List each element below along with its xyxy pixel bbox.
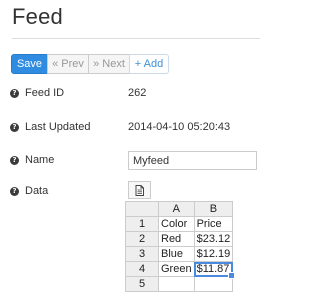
data-label: Data	[25, 185, 49, 198]
grid-cell-b2[interactable]: $23.12	[193, 231, 234, 247]
grid-cell-b5[interactable]	[193, 276, 234, 292]
row-header[interactable]: 1	[125, 216, 159, 232]
question-circle-icon: ?	[10, 122, 19, 132]
document-button[interactable]	[128, 181, 151, 199]
grid-cell-a3[interactable]: Blue	[158, 246, 195, 262]
name-input[interactable]	[128, 151, 257, 170]
grid-cell-a2[interactable]: Red	[158, 231, 195, 247]
question-circle-icon: ?	[10, 88, 19, 98]
row-header[interactable]: 5	[125, 276, 159, 292]
next-button[interactable]: » Next	[88, 54, 130, 74]
grid-cell-a4[interactable]: Green	[158, 261, 195, 277]
data-grid[interactable]: A B 1 Color Price 2 Red $23.12 3 Blue $1…	[125, 201, 236, 292]
name-row: ? Name	[10, 154, 54, 166]
grid-header-row: A B	[125, 201, 234, 217]
grid-cell-a5[interactable]	[158, 276, 195, 292]
grid-cell-b4-selected[interactable]: $11.87	[193, 261, 236, 279]
question-circle-icon: ?	[10, 155, 19, 165]
prev-button[interactable]: « Prev	[47, 54, 89, 74]
last-updated-value: 2014-04-10 05:20:43	[128, 121, 231, 133]
feed-id-row: ? Feed ID	[10, 87, 64, 99]
add-button[interactable]: + Add	[129, 54, 169, 74]
title-divider	[12, 38, 260, 39]
grid-cell-a1[interactable]: Color	[158, 216, 195, 232]
row-header[interactable]: 3	[125, 246, 159, 262]
grid-corner[interactable]	[125, 201, 159, 217]
grid-cell-b3[interactable]: $12.19	[193, 246, 234, 262]
data-row: ? Data	[10, 185, 48, 197]
feed-id-label: Feed ID	[25, 87, 65, 100]
last-updated-row: ? Last Updated	[10, 121, 90, 133]
toolbar: Save « Prev » Next + Add	[11, 54, 169, 74]
question-circle-icon: ?	[10, 186, 19, 196]
grid-cell-value: $11.87	[196, 263, 230, 275]
document-icon	[135, 184, 144, 196]
fill-handle[interactable]	[228, 272, 236, 279]
row-header[interactable]: 4	[125, 261, 159, 277]
save-button[interactable]: Save	[11, 54, 48, 74]
feed-id-value: 262	[128, 87, 147, 99]
row-header[interactable]: 2	[125, 231, 159, 247]
table-row: 3 Blue $12.19	[125, 246, 234, 262]
table-row: 5	[125, 276, 234, 292]
grid-cell-b1[interactable]: Price	[193, 216, 234, 232]
column-header-b[interactable]: B	[193, 201, 234, 217]
table-row: 2 Red $23.12	[125, 231, 234, 247]
column-header-a[interactable]: A	[158, 201, 195, 217]
page-title: Feed	[12, 4, 63, 29]
last-updated-label: Last Updated	[25, 121, 91, 134]
name-label: Name	[25, 154, 55, 167]
table-row: 1 Color Price	[125, 216, 234, 232]
table-row: 4 Green $11.87	[125, 261, 236, 279]
